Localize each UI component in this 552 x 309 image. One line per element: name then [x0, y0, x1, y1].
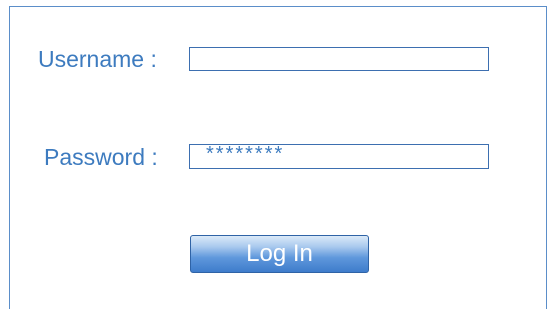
password-input[interactable]	[189, 144, 489, 169]
username-input[interactable]	[189, 47, 489, 71]
login-page: Username : Password : Log In	[0, 0, 552, 309]
username-label: Username :	[38, 46, 157, 72]
password-label: Password :	[44, 144, 158, 170]
login-button[interactable]: Log In	[190, 235, 369, 273]
